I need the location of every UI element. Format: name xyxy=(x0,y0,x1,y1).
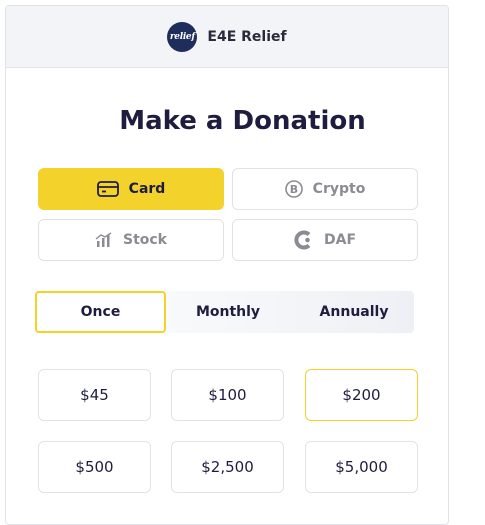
method-crypto-button[interactable]: B Crypto xyxy=(232,168,418,210)
amount-option[interactable]: $2,500 xyxy=(171,441,284,493)
e4e-relief-logo: relief xyxy=(167,21,198,52)
method-label: Crypto xyxy=(312,181,366,197)
frequency-once-tab[interactable]: Once xyxy=(35,291,166,333)
svg-text:B: B xyxy=(289,183,297,196)
credit-card-icon xyxy=(96,181,119,197)
header: relief E4E Relief xyxy=(6,6,448,68)
daf-icon xyxy=(294,230,311,250)
amount-option[interactable]: $45 xyxy=(38,369,151,421)
method-label: DAF xyxy=(323,232,357,248)
method-card-button[interactable]: Card xyxy=(38,168,224,210)
amount-option[interactable]: $500 xyxy=(38,441,151,493)
bitcoin-icon: B xyxy=(284,180,303,198)
frequency-monthly-tab[interactable]: Monthly xyxy=(166,291,290,333)
method-label: Card xyxy=(128,181,166,197)
page-title: Make a Donation xyxy=(119,106,366,136)
method-stock-button[interactable]: Stock xyxy=(38,219,224,261)
method-label: Stock xyxy=(122,232,167,248)
method-daf-button[interactable]: DAF xyxy=(232,219,418,261)
brand-name: E4E Relief xyxy=(207,28,287,45)
amount-option[interactable]: $5,000 xyxy=(305,441,418,493)
amount-option-selected[interactable]: $200 xyxy=(305,369,418,421)
stock-chart-icon xyxy=(95,232,112,247)
amount-option[interactable]: $100 xyxy=(171,369,284,421)
frequency-annually-tab[interactable]: Annually xyxy=(290,291,418,333)
